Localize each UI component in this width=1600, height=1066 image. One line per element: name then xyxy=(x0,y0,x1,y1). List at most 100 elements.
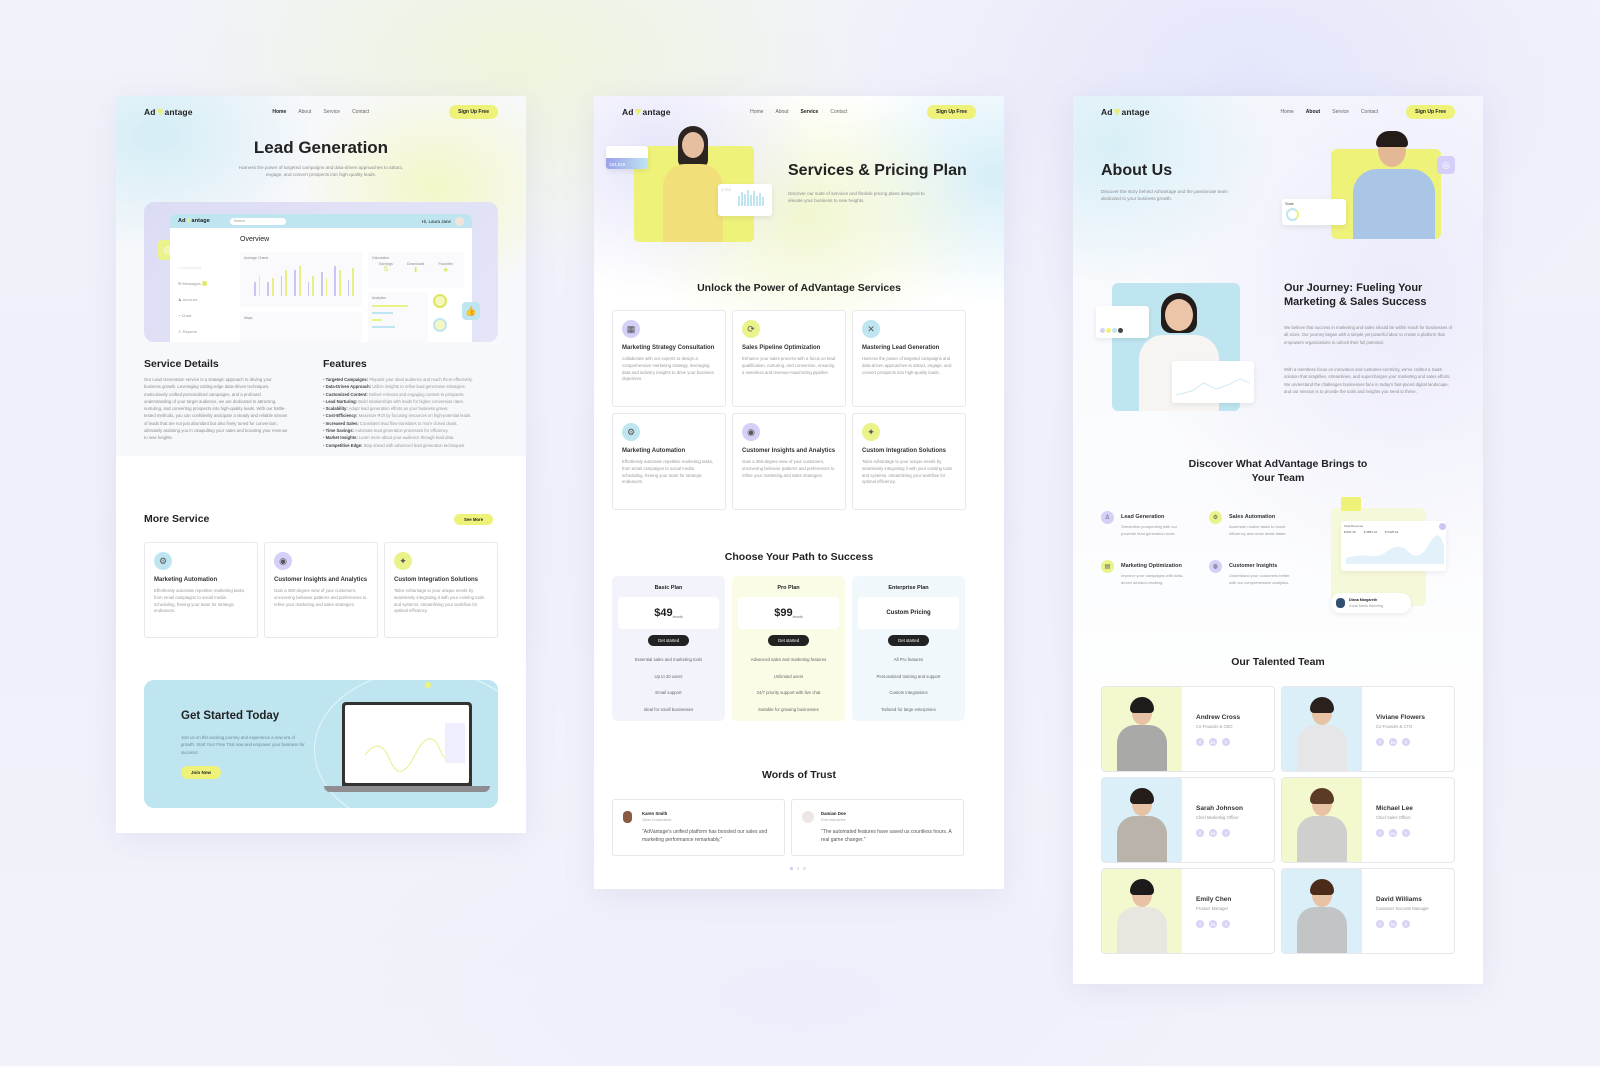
linkedin-icon[interactable]: in xyxy=(1209,920,1217,928)
plan-feature: Advanced sales and marketing features xyxy=(750,657,827,662)
twitter-icon[interactable]: t xyxy=(1222,920,1230,928)
signup-button[interactable]: Sign Up Free xyxy=(449,105,498,119)
feature-item: • Time Savings: Automate lead generation… xyxy=(323,428,449,434)
team-member-card[interactable]: Viviane Flowers Co-Founder & CTO f in t xyxy=(1281,686,1455,772)
linkedin-icon[interactable]: in xyxy=(1389,738,1397,746)
service-card[interactable]: ⚙ Marketing Automation Effortlessly automa… xyxy=(612,413,726,510)
team-member-card[interactable]: Sarah Johnson Chief Marketing Officer f in t xyxy=(1101,777,1275,863)
service-card[interactable]: ✦ Custom Integration Solutions Tailor AdVa… xyxy=(852,413,966,510)
carousel-dots[interactable] xyxy=(790,867,806,870)
hero-person-photo xyxy=(660,126,726,242)
get-started-button[interactable]: Get started xyxy=(887,635,930,646)
nav-about[interactable]: About xyxy=(775,109,788,115)
dashboard-sidebar: ⌂ Dashboard ✉ Messages 2 ♟ Account ◔ Cha… xyxy=(178,260,208,340)
plan-feature: Email support xyxy=(655,690,682,695)
card-desc: Enhance your sales process with a focus … xyxy=(742,356,836,375)
nav-home[interactable]: Home xyxy=(1280,109,1293,115)
nav-service[interactable]: Service xyxy=(801,109,819,115)
team-member-name: Michael Lee xyxy=(1376,805,1413,812)
team-member-card[interactable]: Andrew Cross Co-Founder & CEO f in t xyxy=(1101,686,1275,772)
linkedin-icon[interactable]: in xyxy=(1209,829,1217,837)
card-desc: Gain a 360-degree view of your customers… xyxy=(274,588,367,607)
twitter-icon[interactable]: t xyxy=(1222,829,1230,837)
dot[interactable] xyxy=(790,867,793,870)
sidebar-item-chart[interactable]: ◔ Chart xyxy=(178,308,207,324)
sidebar-item-reports[interactable]: ⚠ Reports xyxy=(178,324,207,340)
service-card[interactable]: ✕ Mastering Lead Generation Harness the po… xyxy=(852,310,966,407)
more-service-card[interactable]: ✦ Custom Integration Solutions Tailor Ad… xyxy=(384,542,498,638)
integration-icon: ✦ xyxy=(862,423,880,441)
total-revenue-card: Total Revenue $ 831.35 $ 4584.12 $ 5325.91 xyxy=(1341,521,1446,571)
team-member-card[interactable]: Michael Lee Chief Sales Officer f in t xyxy=(1281,777,1455,863)
nav-home[interactable]: Home xyxy=(272,109,286,115)
dot[interactable] xyxy=(803,867,806,870)
logo[interactable]: Ad antage xyxy=(1101,107,1150,117)
sidebar-item-messages[interactable]: ✉ Messages 2 xyxy=(178,276,208,292)
facebook-icon[interactable]: f xyxy=(1196,920,1204,928)
nav-contact[interactable]: Contact xyxy=(1361,109,1378,115)
service-card[interactable]: ⟳ Sales Pipeline Optimization Enhance your… xyxy=(732,310,846,407)
nav-contact[interactable]: Contact xyxy=(352,109,369,115)
twitter-icon[interactable]: t xyxy=(1402,920,1410,928)
get-started-button[interactable]: Get started xyxy=(767,635,810,646)
nav-contact[interactable]: Contact xyxy=(830,109,847,115)
testimonial-company: Steel Corporation xyxy=(642,818,672,822)
nav-about[interactable]: About xyxy=(1306,109,1320,115)
service-card[interactable]: ▦ Marketing Strategy Consultation Collabor… xyxy=(612,310,726,407)
twitter-icon[interactable]: t xyxy=(1402,738,1410,746)
nav-service[interactable]: Service xyxy=(1332,109,1349,115)
testimonial-card: Karen Smith Steel Corporation "AdVantage… xyxy=(612,799,785,856)
more-service-card[interactable]: ◉ Customer Insights and Analytics Gain a… xyxy=(264,542,378,638)
revenue-card xyxy=(1172,361,1254,403)
dashboard-preview: ◎ Ad antage Search Hi, Laura Jane ⌂ Dashb… xyxy=(144,202,498,342)
benefit-title: Sales Automation xyxy=(1229,514,1276,520)
twitter-icon[interactable]: t xyxy=(1402,829,1410,837)
linkedin-icon[interactable]: in xyxy=(1389,920,1397,928)
card-title: Sales Pipeline Optimization xyxy=(742,345,821,351)
logo[interactable]: Ad antage xyxy=(622,107,671,117)
linkedin-icon[interactable]: in xyxy=(1209,738,1217,746)
card-desc: Gain a 360-degree view of your customers… xyxy=(742,459,835,478)
nav-home[interactable]: Home xyxy=(750,109,763,115)
facebook-icon[interactable]: f xyxy=(1196,829,1204,837)
twitter-icon[interactable]: t xyxy=(1222,738,1230,746)
page-title: Lead Generation xyxy=(253,138,389,157)
facebook-icon[interactable]: f xyxy=(1376,829,1384,837)
nav-links: Home About Service Contact xyxy=(750,109,847,115)
price-box: Custom Pricing xyxy=(858,597,959,629)
plan-name: Enterprise Plan xyxy=(888,585,929,591)
sidebar-item-account[interactable]: ♟ Account xyxy=(178,292,207,308)
dot[interactable] xyxy=(796,867,799,870)
nav-about[interactable]: About xyxy=(298,109,311,115)
team-member-card[interactable]: Emily Chen Product Manager f in t xyxy=(1101,868,1275,954)
more-service-card[interactable]: ⚙ Marketing Automation Effortlessly auto… xyxy=(144,542,258,638)
plan-feature: Ideal for small businesses xyxy=(643,706,694,712)
facebook-icon[interactable]: f xyxy=(1376,920,1384,928)
team-member-name: David Williams xyxy=(1376,896,1422,903)
revenue-line xyxy=(1175,378,1251,396)
bar-yellow xyxy=(338,270,341,296)
signup-button[interactable]: Sign Up Free xyxy=(927,105,976,119)
avatar[interactable] xyxy=(455,216,464,226)
facebook-icon[interactable]: f xyxy=(1196,738,1204,746)
get-started-button[interactable]: Get started xyxy=(647,635,690,646)
mini-bars xyxy=(738,190,764,206)
avatar xyxy=(1336,598,1345,608)
team-member-card[interactable]: David Williams Customer Success Manager f i… xyxy=(1281,868,1455,954)
join-now-button[interactable]: Join Now xyxy=(181,766,221,779)
page-subtitle: Discover the story behind AdVantage and … xyxy=(1101,189,1228,201)
see-more-button[interactable]: See More xyxy=(454,514,494,525)
feature-item: • Increased Sales: Consistent lead flow … xyxy=(323,420,458,426)
linkedin-icon[interactable]: in xyxy=(1389,829,1397,837)
logo[interactable]: Ad antage xyxy=(144,107,193,117)
benefit-title: Lead Generation xyxy=(1121,514,1165,520)
card-title: Custom Integration Solutions xyxy=(394,577,478,583)
nav-service[interactable]: Service xyxy=(323,109,340,115)
signup-button[interactable]: Sign Up Free xyxy=(1406,105,1455,119)
dashboard-search[interactable]: Search xyxy=(229,217,286,225)
calculation-card: Calculation Earnings $ Downloads ⬇ Favorit… xyxy=(368,252,464,288)
sidebar-item-dashboard[interactable]: ⌂ Dashboard xyxy=(178,260,207,276)
facebook-icon[interactable]: f xyxy=(1376,738,1384,746)
plan-card: Basic Plan $49/month Get started Essential … xyxy=(612,576,725,721)
service-card[interactable]: ◉ Customer Insights and Analytics Gain a 3… xyxy=(732,413,846,510)
